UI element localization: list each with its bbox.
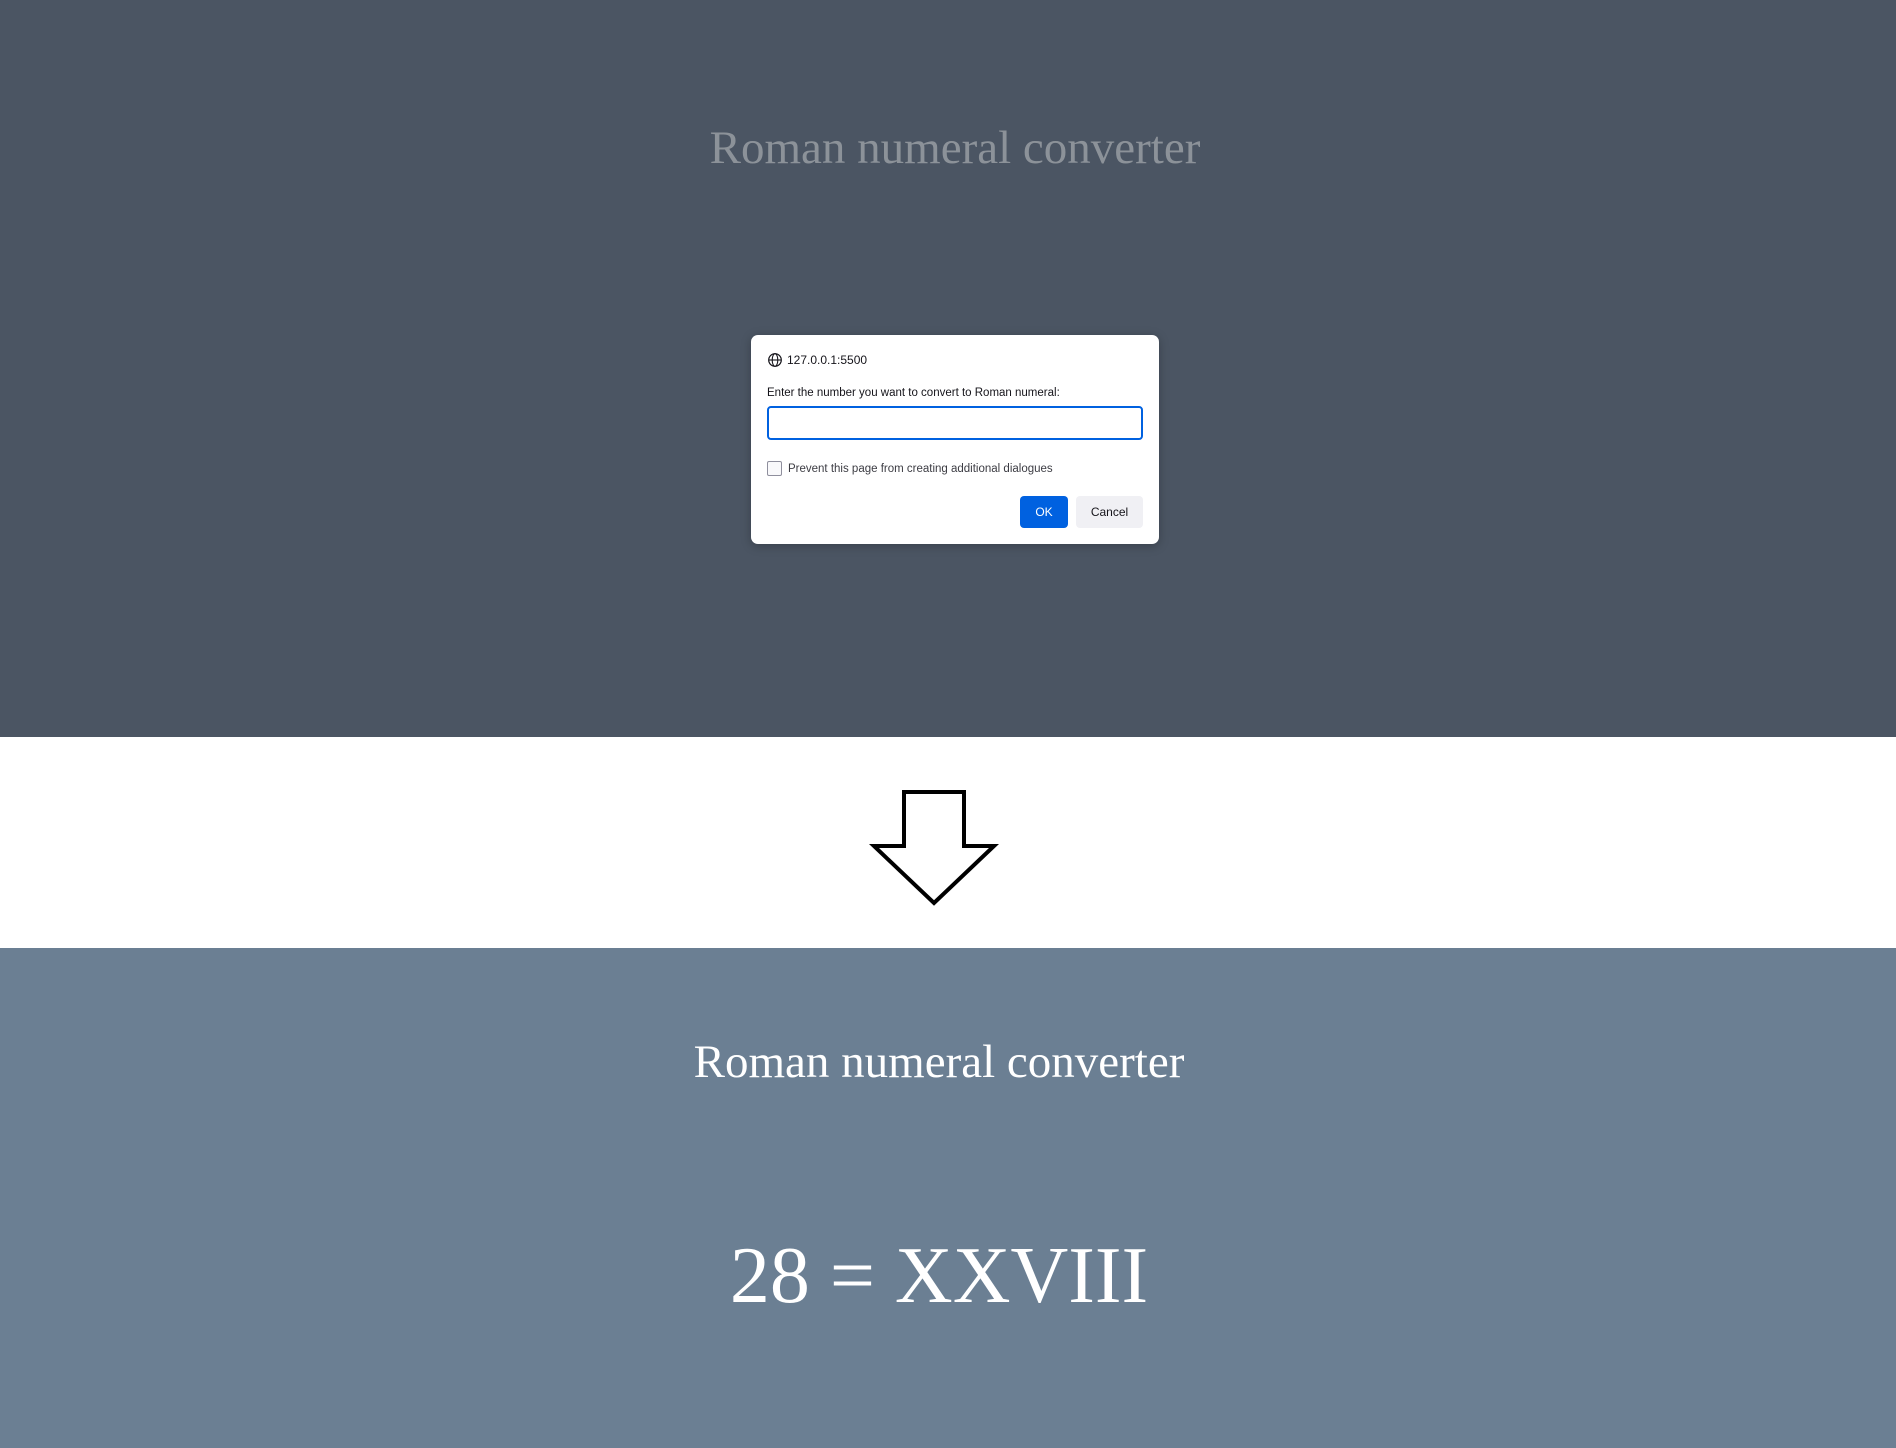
dialog-message: Enter the number you want to convert to … — [767, 387, 1060, 399]
cancel-button[interactable]: Cancel — [1076, 496, 1143, 528]
down-arrow-icon — [868, 790, 1000, 906]
globe-icon — [768, 353, 782, 367]
prevent-dialogs-option[interactable]: Prevent this page from creating addition… — [767, 461, 1053, 476]
page-title: Roman numeral converter — [709, 122, 1201, 174]
ok-button[interactable]: OK — [1020, 496, 1068, 528]
conversion-result: 28 = XXVIII — [729, 1232, 1149, 1320]
prevent-dialogs-label: Prevent this page from creating addition… — [788, 462, 1053, 475]
result-page-title: Roman numeral converter — [693, 1036, 1185, 1088]
dialog-origin: 127.0.0.1:5500 — [767, 351, 867, 369]
prompt-dialog: 127.0.0.1:5500 Enter the number you want… — [751, 335, 1159, 544]
before-screenshot-panel: Roman numeral converter 127.0.0.1:5500 E… — [0, 0, 1896, 737]
after-screenshot-panel: Roman numeral converter 28 = XXVIII — [0, 948, 1896, 1448]
prevent-dialogs-checkbox[interactable] — [767, 461, 782, 476]
dialog-origin-text: 127.0.0.1:5500 — [787, 353, 868, 367]
number-input[interactable] — [767, 406, 1143, 440]
